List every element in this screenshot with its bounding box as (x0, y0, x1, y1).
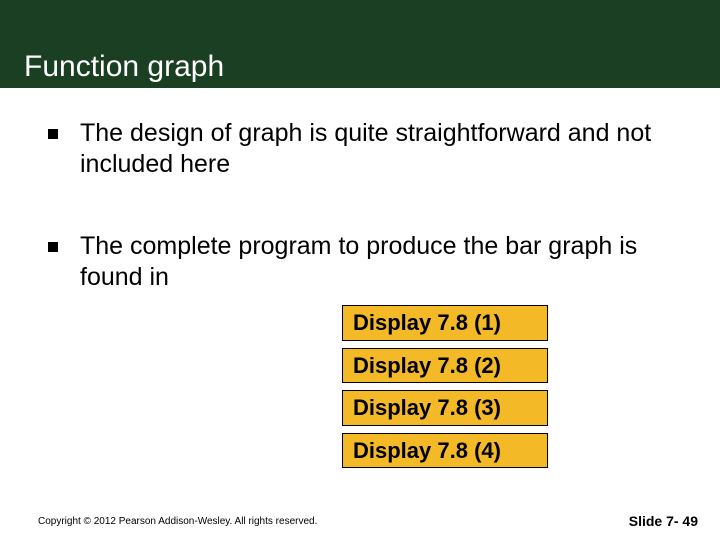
display-button-1[interactable]: Display 7.8 (1) (342, 305, 548, 341)
bullet-row: The complete program to produce the bar … (48, 231, 672, 292)
slide-number: Slide 7- 49 (629, 513, 698, 529)
bullet-row: The design of graph is quite straightfor… (48, 118, 672, 179)
square-bullet-icon (48, 242, 58, 252)
square-bullet-icon (48, 129, 58, 139)
bullet-text-2: The complete program to produce the bar … (80, 231, 672, 292)
display-button-2[interactable]: Display 7.8 (2) (342, 348, 548, 384)
display-button-stack: Display 7.8 (1) Display 7.8 (2) Display … (342, 305, 548, 468)
display-button-4[interactable]: Display 7.8 (4) (342, 433, 548, 469)
slide-header: Function graph (0, 0, 720, 88)
bullet-block-2: The complete program to produce the bar … (48, 231, 672, 292)
display-button-3[interactable]: Display 7.8 (3) (342, 390, 548, 426)
slide-footer: Copyright © 2012 Pearson Addison-Wesley.… (0, 502, 720, 540)
slide-content: The design of graph is quite straightfor… (0, 88, 720, 292)
bullet-block-1: The design of graph is quite straightfor… (48, 118, 672, 179)
slide-title: Function graph (24, 50, 224, 84)
bullet-text-1: The design of graph is quite straightfor… (80, 118, 672, 179)
copyright-text: Copyright © 2012 Pearson Addison-Wesley.… (38, 516, 317, 527)
